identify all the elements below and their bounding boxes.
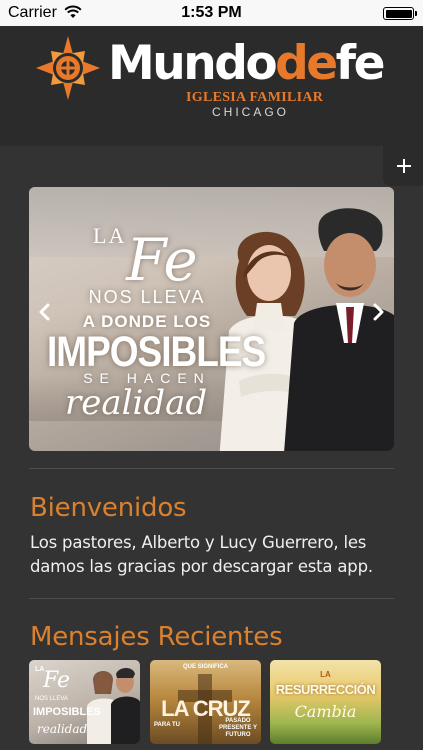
logo-word-main: Mundo (108, 36, 278, 91)
slide-text-imposibles: IMPOSIBLES (47, 327, 266, 375)
logo-subtitle: IGLESIA FAMILIAR (186, 90, 324, 105)
battery-icon (383, 7, 417, 20)
slide-caption: LA Fe NOS LLEVA A DONDE LOS IMPOSIBLES S… (47, 223, 266, 423)
welcome-title: Bienvenidos (30, 493, 187, 523)
man-figure-image (284, 208, 394, 451)
message-thumbnail-2[interactable]: QUE SIGNIFICA LA CRUZ PARA TU PASADO PRE… (150, 660, 261, 744)
plus-icon (397, 159, 411, 173)
status-time: 1:53 PM (181, 4, 242, 21)
thumb1-line-5: realidad (37, 722, 88, 736)
couple-image (87, 668, 140, 744)
welcome-text: Los pastores, Alberto y Lucy Guerrero, l… (30, 533, 373, 576)
status-bar: Carrier 1:53 PM (0, 0, 423, 26)
message-thumbnail-1[interactable]: LA Fe NOS LLEVA IMPOSIBLES realidad (29, 660, 140, 744)
thumb1-line-2: Fe (43, 668, 71, 693)
recent-messages-list: LA Fe NOS LLEVA IMPOSIBLES realidad QUE … (29, 660, 394, 750)
compass-star-icon (36, 36, 100, 100)
chevron-left-icon[interactable] (37, 303, 51, 321)
recent-messages-title: Mensajes Recientes (30, 622, 283, 652)
menu-button[interactable] (383, 146, 423, 186)
logo-wordmark: Mundodefe (108, 36, 386, 92)
app-header: Mundodefe IGLESIA FAMILIAR CHICAGO (0, 26, 423, 146)
logo-word-end: fe (335, 36, 386, 91)
divider (29, 598, 394, 599)
logo-word-accent: de (275, 36, 338, 91)
banner-carousel[interactable]: LA Fe NOS LLEVA A DONDE LOS IMPOSIBLES S… (29, 187, 394, 451)
thumb1-line-3: NOS LLEVA (35, 696, 68, 702)
divider (29, 468, 394, 469)
thumb2-top: QUE SIGNIFICA (182, 664, 228, 670)
main-content: LA Fe NOS LLEVA A DONDE LOS IMPOSIBLES S… (0, 146, 423, 750)
thumb2-left: PARA TU (154, 722, 180, 728)
chevron-right-icon[interactable] (372, 303, 386, 321)
thumb3-bottom: Cambia (294, 702, 357, 721)
slide-text-realidad: realidad (65, 383, 208, 423)
logo-city: CHICAGO (212, 105, 290, 119)
slide-text-nos-lleva: NOS LLEVA (88, 287, 206, 307)
thumb2-right: PASADO PRESENTE Y FUTURO (219, 718, 257, 738)
slide-text-fe: Fe (126, 226, 198, 294)
thumb3-top: LA (320, 670, 331, 679)
message-thumbnail-3[interactable]: LA RESURRECCIÓN Cambia (270, 660, 381, 744)
thumb3-main: RESURRECCIÓN (275, 682, 376, 697)
thumb1-line-4: IMPOSIBLES (33, 706, 101, 718)
